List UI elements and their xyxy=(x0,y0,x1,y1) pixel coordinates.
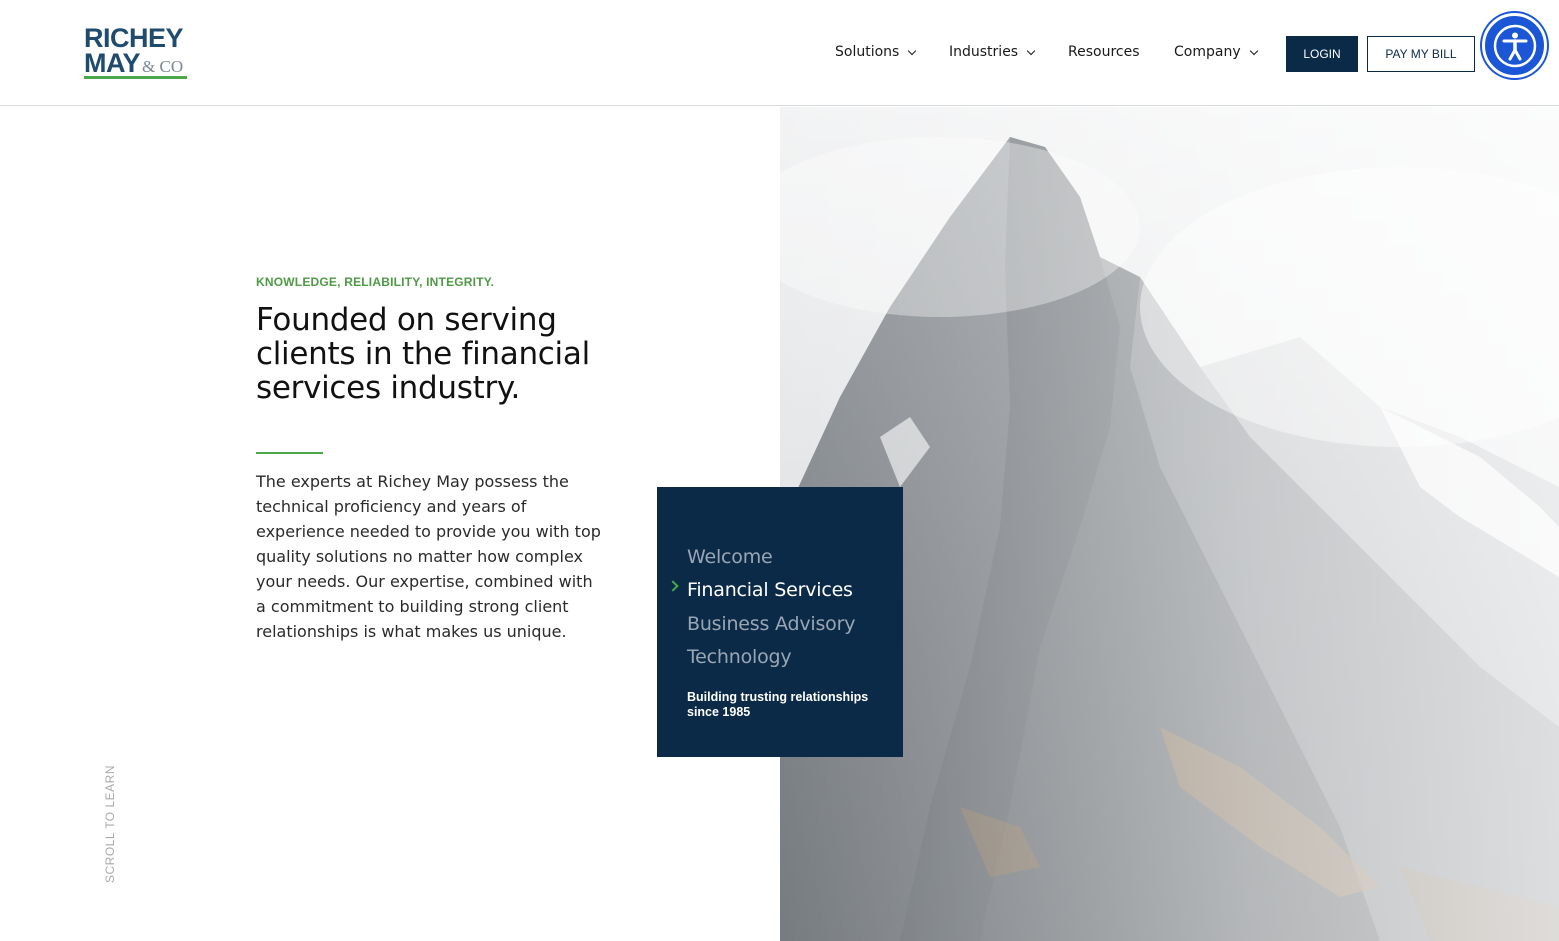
chevron-down-icon xyxy=(1249,46,1258,55)
section-nav-card: Welcome Financial Services Business Advi… xyxy=(657,487,903,757)
nav-resources-label: Resources xyxy=(1068,44,1140,60)
nav-industries-label: Industries xyxy=(949,44,1019,60)
accessibility-person-icon xyxy=(1493,24,1536,67)
logo-underline xyxy=(84,76,187,79)
nav-company-label: Company xyxy=(1174,44,1241,60)
chevron-down-icon xyxy=(908,46,917,55)
nav-solutions[interactable]: Solutions xyxy=(835,44,917,60)
headline-divider xyxy=(256,452,323,454)
card-nav-welcome[interactable]: Welcome xyxy=(687,546,773,568)
chevron-down-icon xyxy=(1026,46,1036,55)
logo-line-2-text: MAY xyxy=(84,48,141,78)
nav-resources[interactable]: Resources xyxy=(1068,44,1140,60)
scroll-to-learn-label: SCROLL TO LEARN xyxy=(103,765,117,883)
card-nav-technology[interactable]: Technology xyxy=(687,646,792,668)
nav-industries[interactable]: Industries xyxy=(949,44,1036,60)
card-nav-business-advisory[interactable]: Business Advisory xyxy=(687,613,855,635)
hero-body-text: The experts at Richey May possess the te… xyxy=(256,472,601,641)
chevron-right-icon xyxy=(667,580,679,592)
card-nav-financial-services[interactable]: Financial Services xyxy=(687,579,853,601)
site-header: RICHEY MAY & CO Solutions Industries Reso… xyxy=(0,0,1559,106)
richey-may-logo[interactable]: RICHEY MAY & CO xyxy=(84,24,190,82)
nav-company[interactable]: Company xyxy=(1174,44,1258,60)
hero-eyebrow: KNOWLEDGE, RELIABILITY, INTEGRITY. xyxy=(256,275,495,289)
card-tagline: Building trusting relationships since 19… xyxy=(687,690,869,719)
accessibility-button[interactable] xyxy=(1482,13,1547,78)
logo-suffix: & CO xyxy=(142,57,184,76)
hero-headline: Founded on serving clients in the financ… xyxy=(256,302,590,406)
nav-solutions-label: Solutions xyxy=(835,44,900,60)
login-button[interactable]: LOGIN xyxy=(1286,36,1358,72)
pay-my-bill-button[interactable]: PAY MY BILL xyxy=(1367,36,1475,72)
